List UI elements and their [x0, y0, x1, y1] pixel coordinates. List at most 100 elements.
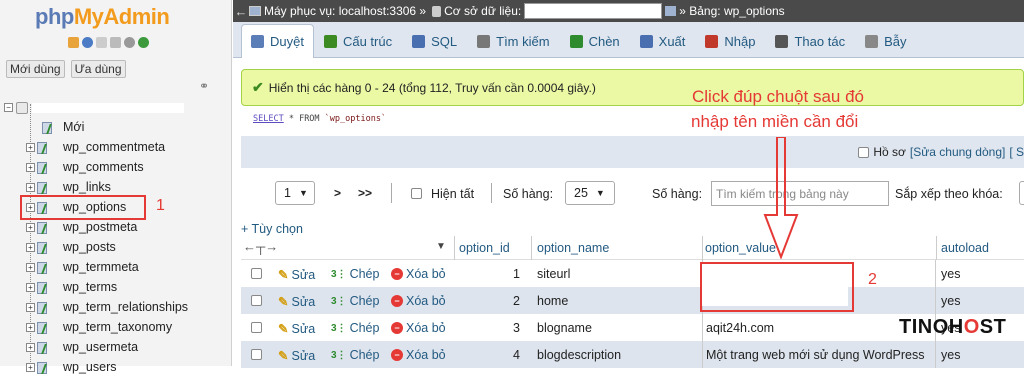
- copy-row-button[interactable]: 3⋮ Chép: [331, 348, 379, 362]
- copy-row-button[interactable]: 3⋮ Chép: [331, 267, 379, 281]
- settings-gear-icon[interactable]: [124, 37, 135, 48]
- column-header-option-name[interactable]: option_name: [537, 241, 609, 255]
- cell-option-value-container[interactable]: Một trang web mới sử dụng WordPress: [702, 341, 936, 368]
- show-all-label[interactable]: Hiện tất: [431, 187, 474, 201]
- sidebar-table-item[interactable]: + wp_posts: [0, 238, 232, 258]
- expand-icon[interactable]: +: [26, 223, 35, 232]
- show-all-checkbox[interactable]: [411, 188, 422, 199]
- sidebar-table-label[interactable]: wp_users: [63, 360, 117, 374]
- sql-keyword[interactable]: SELECT: [253, 114, 284, 124]
- options-toggle[interactable]: + Tùy chọn: [241, 222, 303, 236]
- more-links[interactable]: [ S: [1009, 145, 1024, 159]
- cell-option-name[interactable]: blogname: [537, 321, 592, 335]
- sort-key-select[interactable]: [1019, 181, 1024, 205]
- copy-row-button[interactable]: 3⋮ Chép: [331, 321, 379, 335]
- tab-1[interactable]: Cấu trúc: [314, 25, 402, 57]
- edit-row-button[interactable]: ✎ Sửa: [278, 321, 315, 337]
- reload-icon[interactable]: [138, 37, 149, 48]
- delete-row-button[interactable]: − Xóa bỏ: [391, 321, 446, 335]
- home-icon[interactable]: [68, 37, 79, 48]
- expand-icon[interactable]: +: [26, 183, 35, 192]
- tab-6[interactable]: Nhập: [695, 25, 765, 57]
- tab-5[interactable]: Xuất: [630, 25, 696, 57]
- page-select[interactable]: 1 ▼: [275, 181, 315, 205]
- edit-row-button[interactable]: ✎ Sửa: [278, 267, 315, 283]
- breadcrumb-server[interactable]: Máy phục vụ: localhost:3306 »: [264, 4, 426, 18]
- last-page-button[interactable]: >>: [358, 186, 372, 200]
- sidebar-table-item[interactable]: + wp_term_relationships: [0, 298, 232, 318]
- tab-7[interactable]: Thao tác: [765, 25, 855, 57]
- tab-8[interactable]: Bẫy: [855, 25, 916, 57]
- expand-icon[interactable]: +: [26, 243, 35, 252]
- sort-dropdown-icon[interactable]: ▼: [436, 241, 446, 252]
- cell-option-name[interactable]: home: [537, 294, 568, 308]
- sidebar-table-label[interactable]: wp_term_relationships: [63, 300, 188, 314]
- tab-3[interactable]: Tìm kiếm: [467, 25, 559, 57]
- sidebar-table-item[interactable]: + wp_term_taxonomy: [0, 318, 232, 338]
- column-header-option-id[interactable]: option_id: [459, 241, 510, 255]
- expand-icon[interactable]: +: [26, 303, 35, 312]
- cell-option-name[interactable]: siteurl: [537, 267, 570, 281]
- row-checkbox[interactable]: [251, 349, 262, 360]
- expand-icon[interactable]: +: [26, 263, 35, 272]
- profiling-checkbox[interactable]: [858, 146, 870, 158]
- back-arrow-icon[interactable]: ←: [233, 4, 249, 19]
- expand-icon[interactable]: +: [26, 363, 35, 372]
- delete-row-button[interactable]: − Xóa bỏ: [391, 348, 446, 362]
- recent-tables-tab[interactable]: Mới dùng: [6, 60, 65, 78]
- docs-icon[interactable]: [96, 37, 107, 48]
- sidebar-table-item[interactable]: + wp_commentmeta: [0, 138, 232, 158]
- sidebar-table-item[interactable]: + wp_comments: [0, 158, 232, 178]
- next-page-button[interactable]: >: [334, 186, 341, 200]
- delete-row-button[interactable]: − Xóa bỏ: [391, 294, 446, 308]
- delete-row-button[interactable]: − Xóa bỏ: [391, 267, 446, 281]
- row-checkbox[interactable]: [251, 322, 262, 333]
- cell-autoload[interactable]: yes: [941, 294, 960, 308]
- sidebar-table-item[interactable]: + wp_postmeta: [0, 218, 232, 238]
- sidebar-table-item[interactable]: + wp_users: [0, 358, 232, 378]
- sidebar-table-label[interactable]: wp_terms: [63, 280, 117, 294]
- sidebar-table-label[interactable]: wp_postmeta: [63, 220, 137, 234]
- expand-icon[interactable]: +: [26, 283, 35, 292]
- expand-icon[interactable]: +: [26, 163, 35, 172]
- favorite-tables-tab[interactable]: Ưa dùng: [70, 60, 126, 78]
- sidebar-table-label[interactable]: wp_term_taxonomy: [63, 320, 172, 334]
- sidebar-table-label[interactable]: wp_usermeta: [63, 340, 138, 354]
- cell-autoload[interactable]: yes: [941, 267, 960, 281]
- copy-row-button[interactable]: 3⋮ Chép: [331, 294, 379, 308]
- row-checkbox[interactable]: [251, 268, 262, 279]
- edit-row-button[interactable]: ✎ Sửa: [278, 294, 315, 310]
- cell-option-value[interactable]: Một trang web mới sử dụng WordPress: [706, 348, 925, 362]
- sidebar-table-label[interactable]: wp_links: [63, 180, 111, 194]
- expand-icon[interactable]: +: [26, 143, 35, 152]
- tab-2[interactable]: SQL: [402, 25, 467, 57]
- breadcrumb-table[interactable]: » Bảng: wp_options: [679, 4, 784, 18]
- edit-inline-link[interactable]: [Sửa chung dòng]: [910, 145, 1005, 159]
- rows-per-page-select[interactable]: 25 ▼: [565, 181, 615, 205]
- link-with-main-panel-icon[interactable]: ⚭: [199, 79, 209, 93]
- sidebar-table-label[interactable]: wp_commentmeta: [63, 140, 165, 154]
- logout-icon[interactable]: [82, 37, 93, 48]
- sidebar-table-label[interactable]: wp_comments: [63, 160, 144, 174]
- sidebar-table-item[interactable]: + wp_termmeta: [0, 258, 232, 278]
- column-header-autoload[interactable]: autoload: [941, 241, 989, 255]
- cell-autoload[interactable]: yes: [941, 348, 960, 362]
- new-table-label[interactable]: Mới: [63, 120, 84, 134]
- tab-0[interactable]: Duyệt: [241, 24, 314, 58]
- edit-row-button[interactable]: ✎ Sửa: [278, 348, 315, 364]
- sidebar-table-label[interactable]: wp_termmeta: [63, 260, 139, 274]
- sidebar-table-item[interactable]: + wp_terms: [0, 278, 232, 298]
- breadcrumb-database[interactable]: Cơ sở dữ liệu:: [444, 4, 521, 18]
- database-node[interactable]: −: [0, 98, 232, 118]
- tab-4[interactable]: Chèn: [560, 25, 630, 57]
- sidebar-table-item[interactable]: + wp_usermeta: [0, 338, 232, 358]
- phpmyadmin-logo[interactable]: phpMyAdmin: [35, 4, 170, 30]
- expand-icon[interactable]: +: [26, 323, 35, 332]
- cell-option-value[interactable]: aqit24h.com: [706, 321, 774, 335]
- sql-docs-icon[interactable]: [110, 37, 121, 48]
- sidebar-table-label[interactable]: wp_posts: [63, 240, 116, 254]
- collapse-icon[interactable]: −: [4, 103, 13, 112]
- cell-option-name[interactable]: blogdescription: [537, 348, 621, 362]
- new-table-item[interactable]: Mới: [0, 118, 232, 138]
- expand-icon[interactable]: +: [26, 343, 35, 352]
